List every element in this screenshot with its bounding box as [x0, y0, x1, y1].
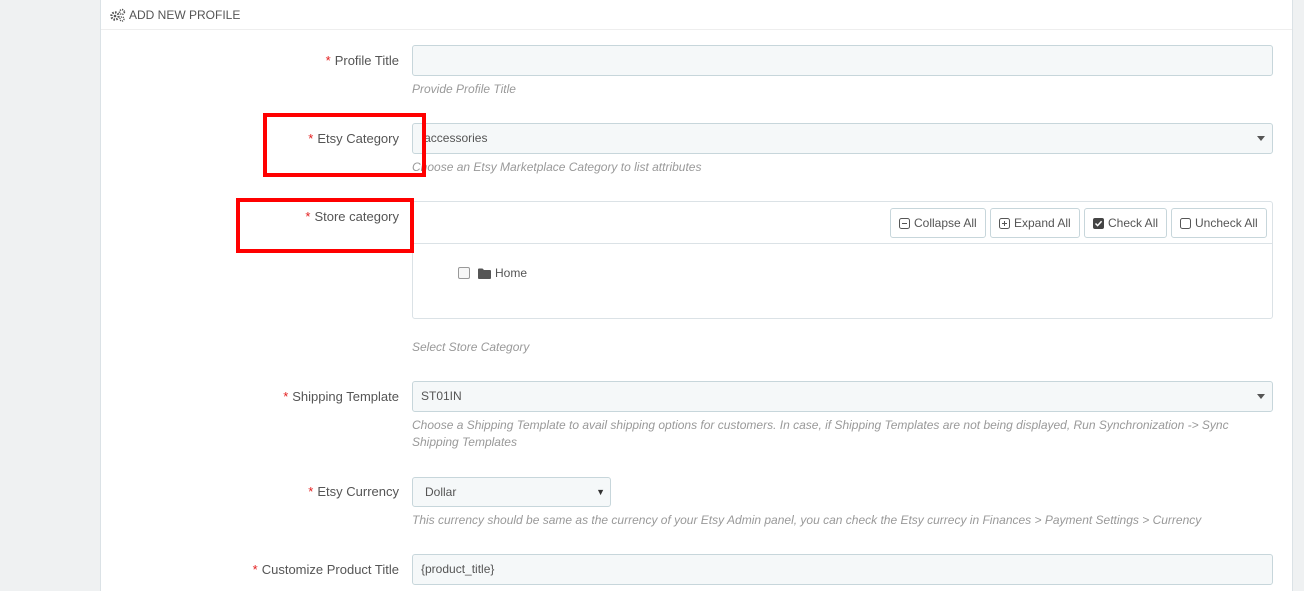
- profile-title-label: * Profile Title: [326, 53, 399, 68]
- button-label: Collapse All: [914, 216, 977, 230]
- etsy-currency-select[interactable]: Dollar ▼: [412, 477, 611, 507]
- tree-toolbar: Collapse All Expand All Check All Unchec…: [413, 202, 1272, 244]
- shipping-template-label: * Shipping Template: [283, 389, 399, 404]
- folder-icon: [478, 268, 491, 279]
- required-mark: *: [325, 53, 331, 68]
- add-profile-panel: ADD NEW PROFILE * Profile Title Provide P…: [100, 0, 1293, 591]
- button-label: Uncheck All: [1195, 216, 1258, 230]
- button-label: Expand All: [1014, 216, 1071, 230]
- required-mark: *: [252, 562, 258, 577]
- button-label: Check All: [1108, 216, 1159, 230]
- store-category-tree: Collapse All Expand All Check All Unchec…: [412, 201, 1273, 319]
- highlight-box-etsy-category: [263, 113, 426, 177]
- store-category-help: Select Store Category: [412, 340, 530, 354]
- required-mark: *: [283, 389, 289, 404]
- home-checkbox[interactable]: [458, 267, 470, 279]
- profile-title-help: Provide Profile Title: [412, 82, 516, 96]
- shipping-template-help: Choose a Shipping Template to avail ship…: [412, 417, 1229, 451]
- etsy-currency-value: Dollar: [425, 485, 457, 499]
- label-text: Profile Title: [334, 53, 399, 68]
- collapse-icon: [899, 217, 910, 229]
- customize-title-input[interactable]: {product_title}: [412, 554, 1273, 585]
- empty-box-icon: [1180, 217, 1191, 229]
- expand-all-button[interactable]: Expand All: [990, 208, 1080, 238]
- scrollbar[interactable]: [1293, 0, 1304, 591]
- help-line: Choose a Shipping Template to avail ship…: [412, 418, 1229, 432]
- gears-icon: [110, 8, 126, 22]
- uncheck-all-button[interactable]: Uncheck All: [1171, 208, 1267, 238]
- highlight-box-store-category: [236, 198, 414, 253]
- label-text: Customize Product Title: [261, 562, 399, 577]
- checked-box-icon: [1093, 217, 1104, 229]
- shipping-template-value: ST01IN: [421, 389, 462, 403]
- etsy-category-value: |accessories: [421, 131, 488, 145]
- etsy-currency-label: * Etsy Currency: [308, 484, 399, 499]
- etsy-currency-help: This currency should be same as the curr…: [412, 513, 1202, 527]
- shipping-template-select[interactable]: ST01IN: [412, 381, 1273, 412]
- check-all-button[interactable]: Check All: [1084, 208, 1168, 238]
- dropdown-arrow-icon: ▼: [596, 487, 605, 497]
- tree-item-label[interactable]: Home: [495, 266, 527, 280]
- expand-icon: [999, 217, 1010, 229]
- caret-down-icon: [1257, 136, 1265, 141]
- customize-title-label: * Customize Product Title: [253, 562, 399, 577]
- panel-title: ADD NEW PROFILE: [129, 7, 241, 22]
- required-mark: *: [308, 484, 314, 499]
- etsy-category-select[interactable]: |accessories: [412, 123, 1273, 154]
- help-line: Shipping Templates: [412, 435, 517, 449]
- label-text: Etsy Currency: [317, 484, 399, 499]
- panel-heading: ADD NEW PROFILE: [101, 0, 1292, 30]
- label-text: Shipping Template: [292, 389, 399, 404]
- etsy-category-help: Choose an Etsy Marketplace Category to l…: [412, 160, 702, 174]
- collapse-all-button[interactable]: Collapse All: [890, 208, 986, 238]
- caret-down-icon: [1257, 394, 1265, 399]
- tree-item-home: Home: [458, 266, 527, 280]
- profile-title-input[interactable]: [412, 45, 1273, 76]
